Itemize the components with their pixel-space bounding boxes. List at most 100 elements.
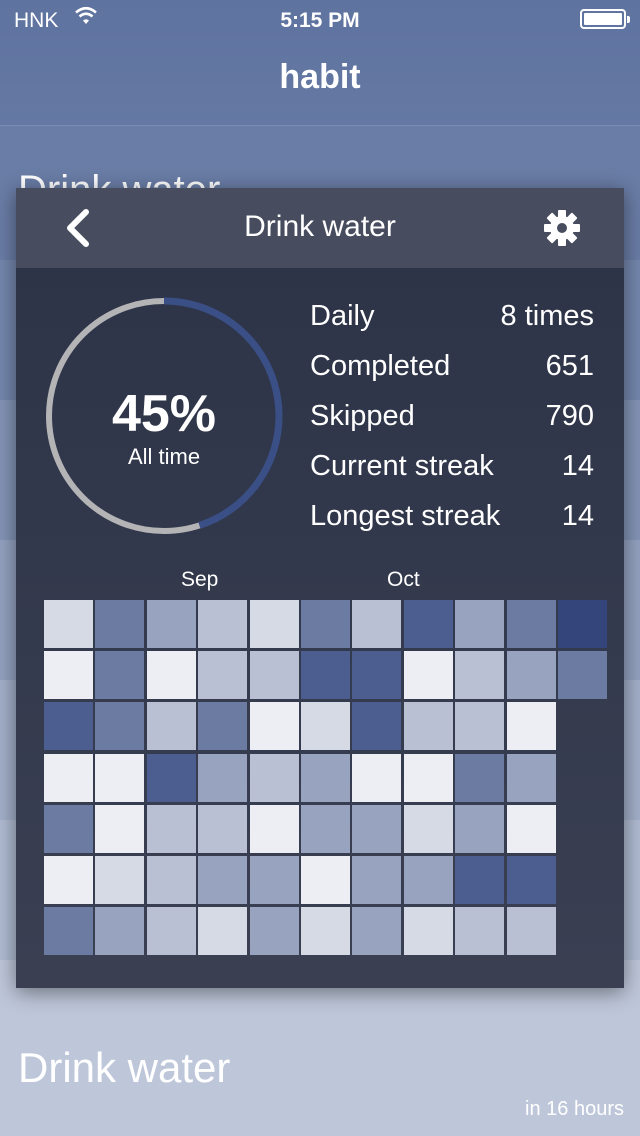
- heatmap-cell[interactable]: [249, 753, 299, 802]
- heatmap-cell[interactable]: [506, 907, 556, 956]
- heatmap-cell[interactable]: [301, 907, 350, 956]
- app-title: habit: [279, 58, 361, 96]
- heatmap-cell[interactable]: [44, 804, 93, 853]
- heatmap-cell[interactable]: [249, 702, 299, 751]
- heatmap-cell[interactable]: [146, 600, 196, 648]
- card-header: Drink water: [16, 188, 624, 268]
- month-label-oct: Oct: [387, 568, 420, 591]
- heatmap-cell[interactable]: [403, 907, 453, 956]
- history-heatmap: [44, 600, 607, 960]
- heatmap-cell[interactable]: [198, 804, 248, 853]
- clock: 5:15 PM: [280, 9, 360, 32]
- heatmap-cell[interactable]: [95, 907, 145, 956]
- stat-longest-streak: Longest streak 14: [310, 496, 594, 546]
- heatmap-cell[interactable]: [558, 600, 607, 648]
- heatmap-cell[interactable]: [506, 856, 556, 904]
- heatmap-cell[interactable]: [352, 856, 402, 904]
- heatmap-cell[interactable]: [352, 753, 402, 802]
- heatmap-cell[interactable]: [44, 856, 93, 904]
- heatmap-cell[interactable]: [403, 600, 453, 648]
- heatmap-cell[interactable]: [249, 856, 299, 904]
- stat-daily: Daily 8 times: [310, 296, 594, 346]
- heatmap-cell[interactable]: [455, 600, 505, 648]
- heatmap-cell[interactable]: [249, 651, 299, 700]
- heatmap-cell[interactable]: [44, 651, 93, 700]
- heatmap-cell[interactable]: [95, 702, 145, 751]
- heatmap-cell[interactable]: [403, 753, 453, 802]
- heatmap-cell[interactable]: [249, 907, 299, 956]
- heatmap-cell[interactable]: [301, 651, 350, 700]
- heatmap-cell[interactable]: [403, 651, 453, 700]
- heatmap-cell[interactable]: [95, 651, 145, 700]
- heatmap-cell[interactable]: [95, 856, 145, 904]
- stat-value: 790: [545, 400, 594, 432]
- heatmap-cell[interactable]: [558, 651, 607, 700]
- heatmap-cell[interactable]: [44, 600, 93, 648]
- status-bar: HNK 5:15 PM: [0, 0, 640, 40]
- stat-label: Daily: [310, 300, 375, 332]
- heatmap-cell[interactable]: [352, 600, 402, 648]
- card-title: Drink water: [244, 210, 396, 243]
- stat-value: 651: [545, 350, 594, 382]
- heatmap-cell[interactable]: [403, 702, 453, 751]
- month-label-sep: Sep: [181, 568, 219, 591]
- stat-label: Longest streak: [310, 500, 501, 532]
- heatmap-cell[interactable]: [95, 600, 145, 648]
- heatmap-cell[interactable]: [198, 651, 248, 700]
- heatmap-cell[interactable]: [455, 753, 505, 802]
- battery-icon: [580, 9, 630, 29]
- heatmap-cell[interactable]: [95, 753, 145, 802]
- heatmap-cell[interactable]: [44, 753, 93, 802]
- heatmap-cell[interactable]: [506, 804, 556, 853]
- stat-label: Current streak: [310, 450, 494, 482]
- heatmap-cell[interactable]: [455, 804, 505, 853]
- progress-caption: All time: [127, 444, 201, 469]
- heatmap-cell[interactable]: [146, 753, 196, 802]
- stat-value: 14: [561, 450, 594, 482]
- stats-list: Daily 8 times Completed 651 Skipped 790 …: [310, 296, 594, 546]
- heatmap-cell[interactable]: [455, 856, 505, 904]
- heatmap-cell[interactable]: [198, 856, 248, 904]
- heatmap-cell[interactable]: [506, 753, 556, 802]
- heatmap-cell[interactable]: [146, 651, 196, 700]
- heatmap-cell[interactable]: [455, 907, 505, 956]
- heatmap-cell[interactable]: [198, 702, 248, 751]
- heatmap-cell[interactable]: [506, 600, 556, 648]
- heatmap-cell[interactable]: [301, 804, 350, 853]
- heatmap-cell[interactable]: [352, 804, 402, 853]
- heatmap-cell[interactable]: [249, 600, 299, 648]
- stat-value: 8 times: [500, 300, 594, 332]
- heatmap-cell[interactable]: [146, 804, 196, 853]
- heatmap-cell[interactable]: [44, 702, 93, 751]
- settings-button[interactable]: [540, 206, 584, 250]
- heatmap-cell[interactable]: [146, 702, 196, 751]
- gear-icon: [544, 210, 580, 246]
- heatmap-cell[interactable]: [301, 702, 350, 751]
- heatmap-cell[interactable]: [403, 856, 453, 904]
- heatmap-cell[interactable]: [403, 804, 453, 853]
- heatmap-cell[interactable]: [301, 856, 350, 904]
- heatmap-cell[interactable]: [198, 600, 248, 648]
- heatmap-cell[interactable]: [44, 907, 93, 956]
- heatmap-cell[interactable]: [198, 753, 248, 802]
- heatmap-cell[interactable]: [352, 651, 402, 700]
- heatmap-cell[interactable]: [352, 702, 402, 751]
- heatmap-cell[interactable]: [506, 702, 556, 751]
- background-habit-label: Drink water: [18, 1044, 231, 1091]
- stat-completed: Completed 651: [310, 346, 594, 396]
- heatmap-cell[interactable]: [455, 702, 505, 751]
- heatmap-cell[interactable]: [301, 600, 350, 648]
- stat-skipped: Skipped 790: [310, 396, 594, 446]
- stat-label: Completed: [310, 350, 451, 382]
- progress-percent: 45%: [111, 385, 217, 443]
- heatmap-cell[interactable]: [506, 651, 556, 700]
- heatmap-cell[interactable]: [455, 651, 505, 700]
- heatmap-cell[interactable]: [198, 907, 248, 956]
- stat-current-streak: Current streak 14: [310, 446, 594, 496]
- heatmap-cell[interactable]: [352, 907, 402, 956]
- heatmap-cell[interactable]: [146, 907, 196, 956]
- heatmap-cell[interactable]: [95, 804, 145, 853]
- heatmap-cell[interactable]: [301, 753, 350, 802]
- heatmap-cell[interactable]: [249, 804, 299, 853]
- heatmap-cell[interactable]: [146, 856, 196, 904]
